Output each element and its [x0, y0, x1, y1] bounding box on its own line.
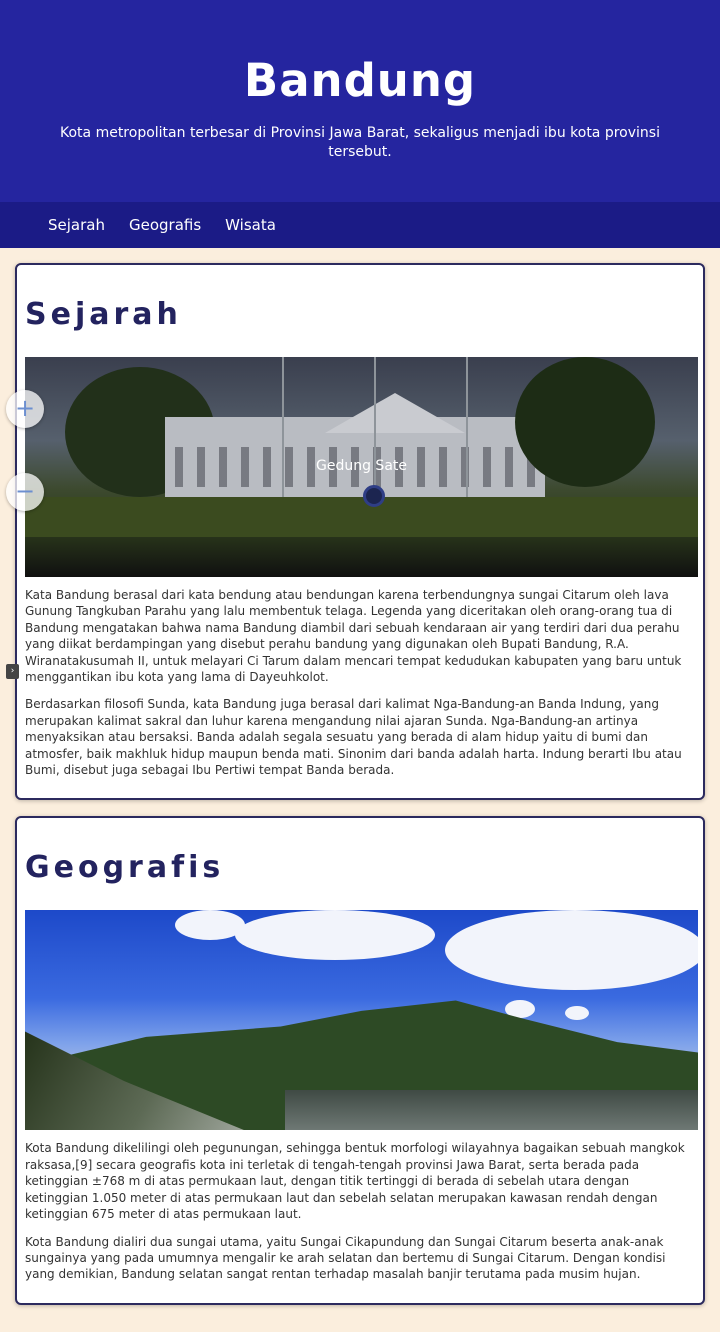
section-paragraph: Berdasarkan filosofi Sunda, kata Bandung… — [25, 697, 682, 778]
site-header: Bandung Kota metropolitan terbesar di Pr… — [0, 0, 720, 202]
nav-link-wisata[interactable]: Wisata — [225, 216, 276, 234]
flag-pole — [282, 357, 284, 507]
gedung-sate-image: Gedung Sate — [25, 357, 698, 577]
flag-pole — [466, 357, 468, 507]
section-paragraph: Kata Bandung berasal dari kata bendung a… — [25, 588, 682, 685]
zoom-in-button[interactable]: + — [6, 390, 44, 428]
cloud-shape — [445, 910, 698, 991]
section-heading: Sejarah — [25, 297, 182, 332]
image-caption: Gedung Sate — [316, 458, 407, 474]
section-paragraph: Kota Bandung dialiri dua sungai utama, y… — [25, 1234, 666, 1282]
nav-link-geografis[interactable]: Geografis — [129, 216, 201, 234]
main-nav: Sejarah Geografis Wisata — [0, 202, 720, 248]
section-sejarah: Sejarah Gedung Sate Kata Bandung berasal… — [15, 263, 705, 801]
main-content: Sejarah Gedung Sate Kata Bandung berasal… — [0, 248, 720, 1305]
zoom-out-button[interactable]: − — [6, 473, 44, 511]
section-heading: Geografis — [25, 850, 225, 886]
section-geografis: Geografis Kota Bandung dikelilingi oleh … — [15, 816, 705, 1305]
crater-shape — [285, 1090, 698, 1131]
section-paragraph: Kota Bandung dikelilingi oleh pegunungan… — [25, 1141, 685, 1222]
map-marker-icon[interactable] — [363, 485, 385, 507]
site-title: Bandung — [243, 54, 477, 107]
cloud-shape — [235, 910, 435, 961]
nav-link-sejarah[interactable]: Sejarah — [48, 216, 105, 234]
cloud-shape — [565, 1006, 589, 1021]
lawn-shape — [25, 497, 698, 537]
side-panel-toggle[interactable]: › — [6, 664, 19, 679]
building-roof-shape — [325, 393, 465, 433]
mountain-image — [25, 910, 698, 1131]
site-subtitle: Kota metropolitan terbesar di Provinsi J… — [60, 125, 660, 160]
